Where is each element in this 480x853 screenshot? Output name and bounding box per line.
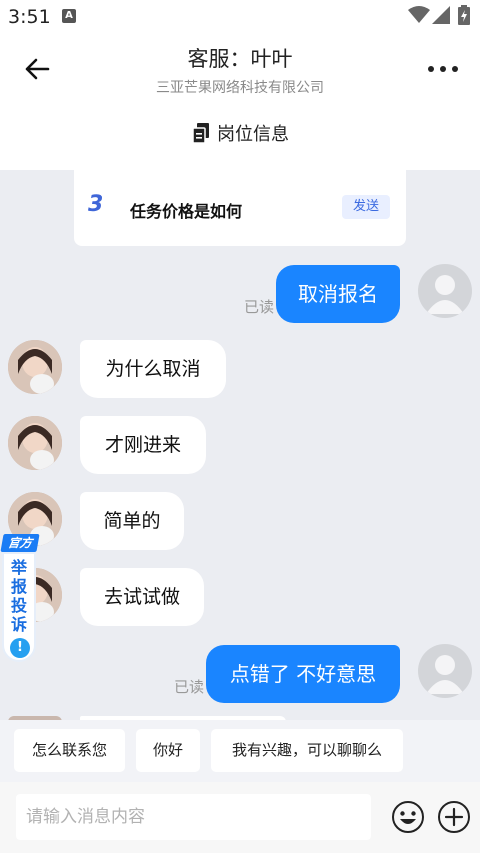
report-label: 举报投诉: [10, 558, 27, 634]
send-question-button[interactable]: 发送: [342, 195, 390, 219]
question-number: 3: [88, 192, 104, 217]
my-avatar: [418, 264, 472, 318]
exclamation-icon: !: [10, 638, 30, 658]
message-bubble-outgoing[interactable]: 点错了 不好意思: [206, 645, 400, 703]
signal-icon: [432, 6, 450, 24]
job-document-icon: [192, 123, 209, 144]
default-user-icon: [426, 275, 464, 314]
page-title: 客服：叶叶: [187, 47, 293, 71]
message-bubble-incoming[interactable]: 才刚进来: [80, 416, 206, 474]
default-user-icon: [426, 655, 464, 694]
read-receipt: 已读: [174, 678, 205, 696]
quick-reply-bar: 怎么联系您 你好 我有兴趣，可以聊聊么: [0, 720, 480, 782]
more-options-icon[interactable]: [426, 62, 460, 76]
status-bar: 3:51 A: [0, 0, 480, 34]
report-badge-body: 举报投诉 !: [2, 552, 36, 662]
chat-header: 客服：叶叶 三亚芒果网络科技有限公司 岗位信息: [0, 34, 480, 170]
my-avatar: [418, 644, 472, 698]
message-bubble-outgoing[interactable]: 取消报名: [276, 265, 400, 323]
read-receipt: 已读: [244, 298, 275, 316]
official-tag: 官方: [0, 534, 40, 552]
quick-reply-chip[interactable]: 你好: [136, 729, 200, 772]
message-input-bar: [0, 782, 480, 853]
battery-icon: [458, 5, 470, 25]
status-time: 3:51: [8, 6, 51, 28]
agent-photo-icon: [8, 416, 62, 470]
report-complaint-badge[interactable]: 官方 举报投诉 !: [0, 530, 40, 662]
message-input[interactable]: [16, 794, 371, 840]
agent-avatar[interactable]: [8, 340, 62, 394]
add-attachment-icon[interactable]: [437, 800, 471, 834]
wifi-icon: [408, 6, 430, 23]
agent-avatar[interactable]: [8, 416, 62, 470]
quick-reply-chip[interactable]: 我有兴趣，可以聊聊么: [211, 729, 403, 772]
message-bubble-incoming[interactable]: 去试试做: [80, 568, 204, 626]
emoji-icon[interactable]: [391, 800, 425, 834]
quick-reply-chip[interactable]: 怎么联系您: [14, 729, 125, 772]
agent-photo-icon: [8, 340, 62, 394]
question-text: 任务价格是如何: [130, 202, 243, 221]
message-bubble-incoming[interactable]: 简单的: [80, 492, 184, 550]
job-info-label: 岗位信息: [217, 124, 289, 145]
job-info-link[interactable]: 岗位信息: [0, 120, 480, 146]
notification-icon: A: [62, 9, 76, 23]
company-name: 三亚芒果网络科技有限公司: [156, 80, 324, 96]
message-bubble-incoming[interactable]: 为什么取消: [80, 340, 226, 398]
faq-question-card: 3 任务价格是如何 发送: [74, 170, 406, 246]
